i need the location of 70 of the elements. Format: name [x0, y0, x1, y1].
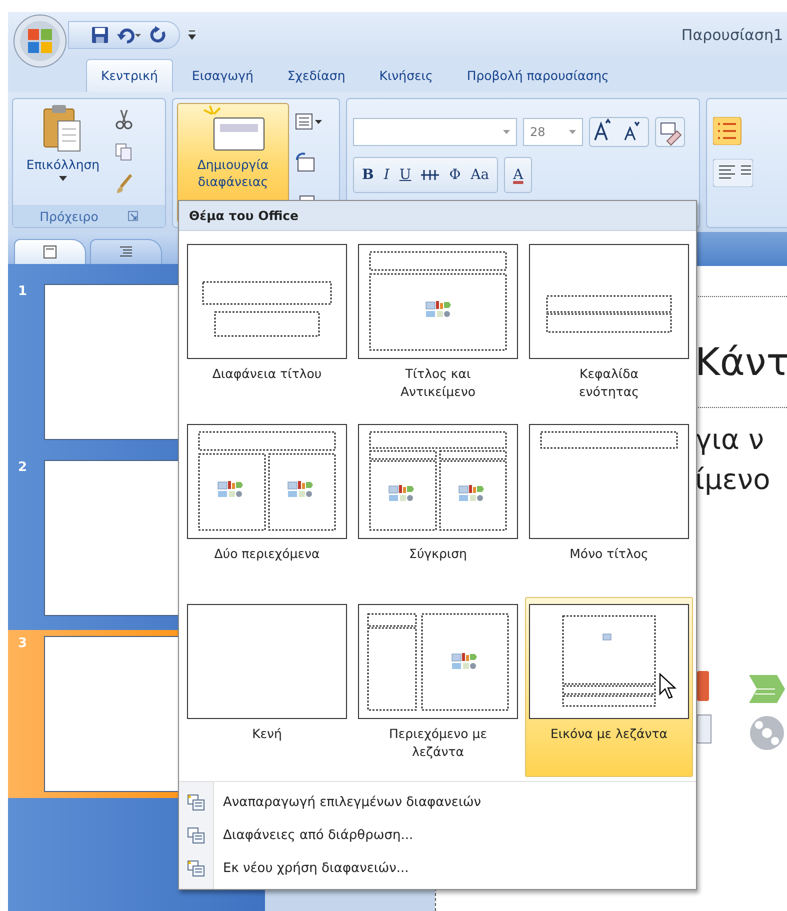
- redo-icon[interactable]: [149, 26, 167, 44]
- paste-label: Επικόλληση: [26, 157, 100, 172]
- copy-icon[interactable]: [115, 142, 133, 161]
- layout-label: Εικόνα με λεζάντα: [550, 725, 668, 743]
- window-title: Παρουσίαση1: [681, 26, 784, 44]
- outline-tab[interactable]: [90, 239, 162, 264]
- slide-number: 3: [18, 636, 28, 653]
- format-button[interactable]: Aa: [470, 167, 490, 183]
- brush-icon[interactable]: [115, 174, 133, 194]
- menu-item-label: Διαφάνειες από διάρθρωση...: [223, 828, 414, 843]
- scissors-icon[interactable]: [115, 110, 133, 130]
- mouse-pointer-icon: [659, 673, 677, 699]
- group-label: Πρόχειρο: [40, 208, 98, 224]
- menu-item[interactable]: Εκ νέου χρήση διαφανειών...: [179, 852, 696, 885]
- ribbon-tab[interactable]: Σχεδίαση: [272, 59, 360, 92]
- office-logo-button[interactable]: [12, 14, 68, 68]
- ribbon-tab[interactable]: Κεντρική: [86, 59, 173, 92]
- outline-slides-icon: [187, 826, 205, 844]
- new-slide-label: Δημιουργία διαφάνειας: [197, 156, 269, 191]
- format-button[interactable]: I: [384, 167, 390, 183]
- layout-icon[interactable]: [295, 113, 323, 132]
- slide-number: 2: [18, 460, 28, 477]
- save-icon[interactable]: [91, 26, 109, 44]
- reset-icon[interactable]: [295, 152, 315, 172]
- layout-label: Περιεχόμενο με λεζάντα: [389, 725, 487, 761]
- menu-item-label: Εκ νέου χρήση διαφανειών...: [223, 861, 409, 876]
- ribbon-tab[interactable]: Κινήσεις: [364, 59, 448, 92]
- format-button[interactable]: B: [362, 167, 374, 183]
- layout-label: Δύο περιεχόμενα: [214, 545, 320, 563]
- layout-option[interactable]: Τίτλος και Αντικείμενο: [354, 237, 522, 417]
- format-button[interactable]: Φ: [449, 167, 461, 183]
- layout-label: Κεφαλίδα ενότητας: [579, 365, 639, 401]
- strikethrough-icon[interactable]: [421, 168, 440, 182]
- slides-tab[interactable]: [14, 239, 86, 264]
- reuse-slides-icon: [187, 860, 205, 878]
- caret-icon: [59, 176, 67, 181]
- menu-item[interactable]: Διαφάνειες από διάρθρωση...: [179, 819, 696, 852]
- ribbon-tab[interactable]: Προβολή παρουσίασης: [452, 59, 624, 92]
- font-name-field[interactable]: [353, 118, 517, 146]
- paste-button[interactable]: Επικόλληση: [17, 103, 109, 201]
- font-size-field[interactable]: 28: [523, 118, 583, 146]
- layout-option[interactable]: Δύο περιεχόμενα: [183, 417, 351, 597]
- format-button[interactable]: U: [399, 167, 412, 183]
- dialog-launcher-icon[interactable]: [128, 211, 138, 221]
- slide-body-text: ίμενο: [695, 462, 772, 498]
- layout-option[interactable]: Μόνο τίτλος: [525, 417, 693, 597]
- slide-body-text: για ν: [695, 422, 766, 458]
- layout-label: Διαφάνεια τίτλου: [212, 365, 322, 383]
- layout-option[interactable]: Εικόνα με λεζάντα: [525, 597, 693, 777]
- layout-option[interactable]: Κεφαλίδα ενότητας: [525, 237, 693, 417]
- clear-formatting-icon[interactable]: [655, 117, 685, 147]
- caret-icon: [503, 130, 510, 134]
- ribbon-tab[interactable]: Εισαγωγή: [176, 59, 268, 92]
- menu-item-label: Αναπαραγωγή επιλεγμένων διαφανειών: [223, 795, 481, 810]
- layout-option[interactable]: Σύγκριση: [354, 417, 522, 597]
- caret-icon: [569, 130, 576, 134]
- font-color-button[interactable]: A: [513, 167, 524, 183]
- undo-icon[interactable]: [117, 26, 141, 44]
- outline-icon: [119, 245, 133, 259]
- layout-label: Μόνο τίτλος: [570, 545, 648, 563]
- slides-copy-icon: [187, 794, 205, 812]
- align-left-icon[interactable]: [713, 159, 753, 187]
- customize-dropdown-icon[interactable]: [188, 29, 196, 41]
- slide-number: 1: [18, 284, 28, 301]
- slide-icon: [43, 245, 57, 259]
- layout-label: Σύγκριση: [409, 545, 467, 563]
- layout-option[interactable]: Διαφάνεια τίτλου: [183, 237, 351, 417]
- font-size-buttons-icon[interactable]: [589, 117, 649, 147]
- layout-label: Τίτλος και Αντικείμενο: [400, 365, 476, 401]
- layout-option[interactable]: Περιεχόμενο με λεζάντα: [354, 597, 522, 777]
